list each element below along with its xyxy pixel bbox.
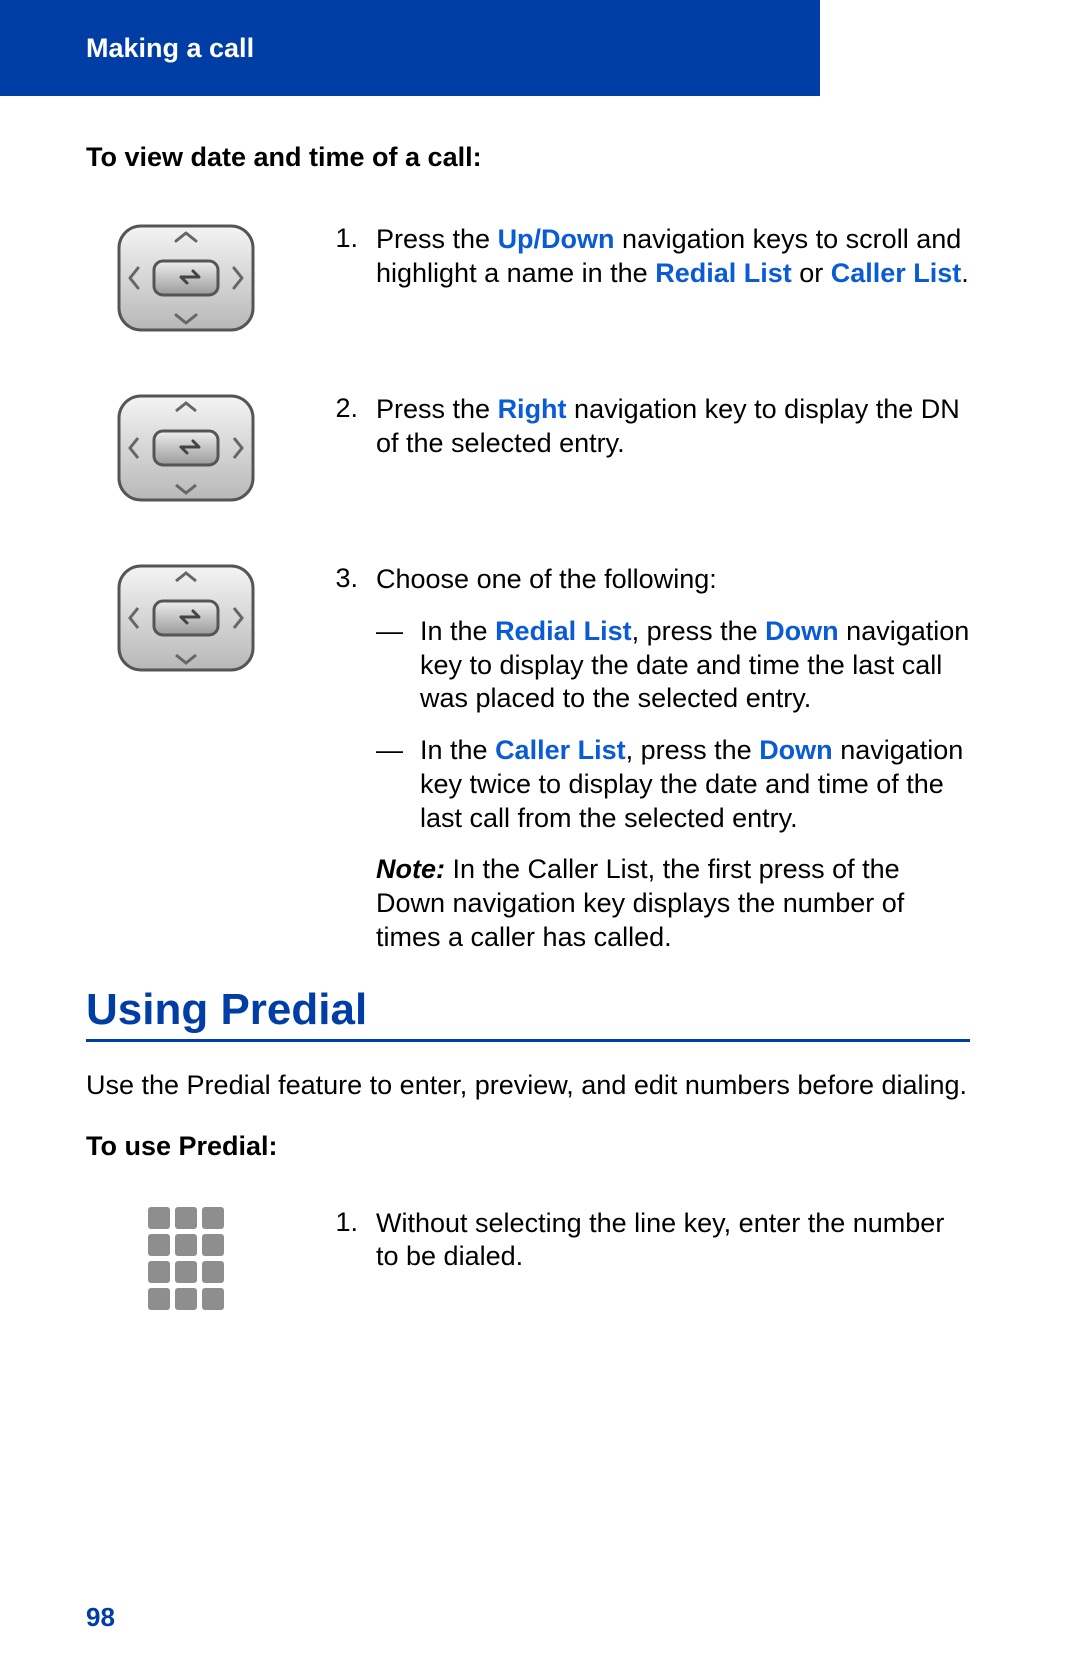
- step-row: 3. Choose one of the following: — In the…: [86, 563, 970, 955]
- navpad-icon: [86, 223, 286, 333]
- step-text: Press the Up/Down navigation keys to scr…: [376, 223, 970, 291]
- section-rule: [86, 1039, 970, 1042]
- dash-list: — In the Redial List, press the Down nav…: [376, 615, 970, 836]
- keypad-icon: [86, 1207, 286, 1310]
- section-para: Use the Predial feature to enter, previe…: [86, 1070, 970, 1101]
- page-number: 98: [86, 1602, 115, 1633]
- dash-glyph: —: [376, 734, 404, 835]
- note-label: Note:: [376, 854, 445, 884]
- step-row: 2. Press the Right navigation key to dis…: [86, 393, 970, 503]
- step-text: Press the Right navigation key to displa…: [376, 393, 970, 461]
- page-content: To view date and time of a call:: [86, 120, 970, 1370]
- page-header: Making a call: [0, 0, 820, 96]
- step-text: Choose one of the following: — In the Re…: [376, 563, 970, 955]
- dash-glyph: —: [376, 615, 404, 716]
- step-number: 3.: [326, 563, 358, 594]
- dash-text: In the Redial List, press the Down navig…: [420, 615, 970, 716]
- step-text: Without selecting the line key, enter th…: [376, 1207, 970, 1275]
- navpad-icon: [86, 563, 286, 673]
- dash-item: — In the Caller List, press the Down nav…: [376, 734, 970, 835]
- step-number: 1.: [326, 1207, 358, 1238]
- page-header-title: Making a call: [86, 33, 254, 64]
- section-title-predial: Using Predial: [86, 985, 970, 1035]
- dash-item: — In the Redial List, press the Down nav…: [376, 615, 970, 716]
- step-intro: Choose one of the following:: [376, 564, 717, 594]
- subheading-view-datetime: To view date and time of a call:: [86, 142, 970, 173]
- subheading-use-predial: To use Predial:: [86, 1131, 970, 1162]
- dash-text: In the Caller List, press the Down navig…: [420, 734, 970, 835]
- navpad-icon: [86, 393, 286, 503]
- step-row: 1. Press the Up/Down navigation keys to …: [86, 223, 970, 333]
- note-text: In the Caller List, the first press of t…: [376, 854, 904, 952]
- step-number: 1.: [326, 223, 358, 254]
- note: Note: In the Caller List, the first pres…: [376, 853, 970, 954]
- step-number: 2.: [326, 393, 358, 424]
- step-row: 1. Without selecting the line key, enter…: [86, 1207, 970, 1310]
